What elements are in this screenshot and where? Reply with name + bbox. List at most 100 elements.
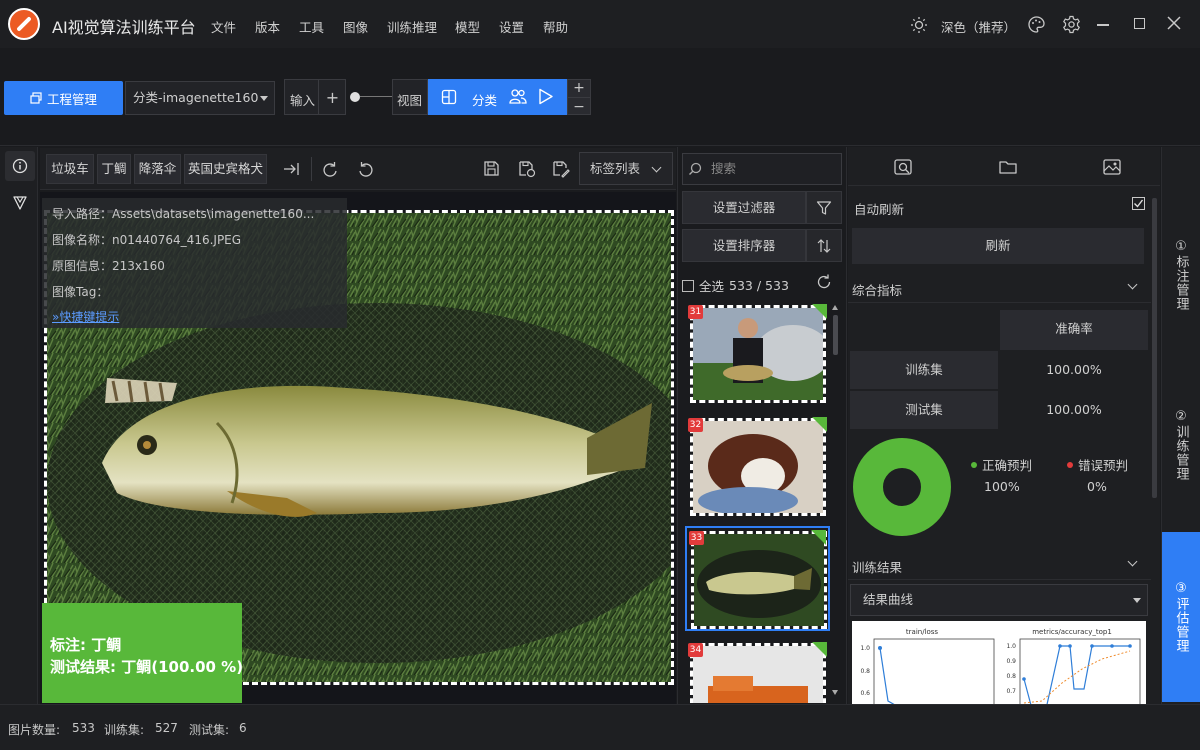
thumbnail-item[interactable]: 32 bbox=[685, 414, 830, 519]
legend-correct: 正确预判 bbox=[971, 455, 1032, 474]
set-sorter-button[interactable]: 设置排序器 bbox=[682, 229, 806, 262]
svg-text:0.6: 0.6 bbox=[860, 690, 870, 697]
legend-dot-red bbox=[1067, 461, 1073, 468]
refresh-icon[interactable] bbox=[815, 273, 833, 291]
tag-button-tench[interactable]: 丁鲷 bbox=[97, 154, 131, 184]
test-accuracy-value: 100.00% bbox=[1000, 391, 1148, 429]
thumbnail-scrollbar[interactable] bbox=[832, 305, 839, 695]
sun-icon[interactable] bbox=[910, 16, 928, 34]
menu-help[interactable]: 帮助 bbox=[543, 17, 568, 36]
scroll-up-icon[interactable] bbox=[832, 305, 838, 310]
save-icon[interactable] bbox=[483, 160, 500, 177]
image-name-text: 图像名称：n01440764_416.JPEG bbox=[52, 233, 242, 247]
select-all-checkbox[interactable]: 全选 533 / 533 bbox=[682, 276, 789, 295]
menu-settings[interactable]: 设置 bbox=[499, 17, 524, 36]
tag-button-parachute[interactable]: 降落伞 bbox=[134, 154, 181, 184]
tag-button-garbage-truck[interactable]: 垃圾车 bbox=[46, 154, 94, 184]
save-as-icon[interactable] bbox=[518, 160, 536, 178]
tag-list-dropdown[interactable]: 标签列表 bbox=[579, 152, 673, 185]
auto-refresh-checkbox[interactable] bbox=[1132, 197, 1145, 210]
shortcut-hint-link[interactable]: »快捷键提示 bbox=[52, 308, 119, 325]
scroll-thumb[interactable] bbox=[833, 315, 838, 355]
menu-file[interactable]: 文件 bbox=[211, 17, 236, 36]
thumbnail-item-selected[interactable]: 33 bbox=[685, 526, 830, 631]
menu-version[interactable]: 版本 bbox=[255, 17, 280, 36]
thumbnail-item[interactable]: 34 bbox=[685, 639, 830, 704]
chevron-down-icon bbox=[1127, 556, 1138, 567]
menu-model[interactable]: 模型 bbox=[455, 17, 480, 36]
team-icon[interactable] bbox=[509, 88, 527, 105]
palette-icon[interactable] bbox=[1027, 15, 1046, 34]
add-input-button[interactable]: + bbox=[318, 80, 346, 114]
folder-icon[interactable] bbox=[998, 157, 1018, 177]
svg-text:1.0: 1.0 bbox=[1006, 643, 1016, 650]
result-curves-plot: train/loss 1.0 0.8 0.6 metrics/accuracy_… bbox=[852, 621, 1146, 704]
set-filter-button[interactable]: 设置过滤器 bbox=[682, 191, 806, 224]
gear-icon[interactable] bbox=[1062, 15, 1081, 34]
svg-text:0.8: 0.8 bbox=[860, 668, 870, 675]
thumbnail-item[interactable]: 31 bbox=[685, 301, 830, 406]
tab-label-manage[interactable]: ①标注管理 bbox=[1162, 230, 1200, 320]
sort-icon[interactable] bbox=[806, 229, 842, 262]
test-count-label: 测试集: bbox=[189, 723, 230, 737]
tag-tool-icon bbox=[13, 196, 27, 210]
results-select-value: 结果曲线 bbox=[863, 592, 914, 607]
undo-icon[interactable] bbox=[357, 160, 375, 178]
project-select[interactable]: 分类-imagenette160 bbox=[125, 81, 275, 115]
search-input[interactable]: 搜索 bbox=[682, 153, 842, 185]
scroll-down-icon[interactable] bbox=[832, 690, 838, 695]
maximize-icon[interactable] bbox=[1134, 18, 1145, 29]
redo-icon[interactable] bbox=[321, 160, 339, 178]
dropdown-arrow-icon bbox=[1133, 598, 1141, 603]
prediction-donut-chart bbox=[853, 438, 951, 536]
plot-title-loss: train/loss bbox=[906, 628, 939, 636]
thumbnail-image bbox=[690, 418, 826, 516]
label-tool-button[interactable] bbox=[5, 188, 35, 218]
tab-evaluation-manage[interactable]: ③评估管理 bbox=[1162, 532, 1200, 702]
zoom-out-button[interactable]: − bbox=[567, 97, 591, 115]
chevron-down-icon bbox=[260, 96, 268, 101]
play-icon[interactable] bbox=[538, 88, 554, 105]
thumbnail-index-badge: 32 bbox=[688, 418, 703, 432]
theme-label[interactable]: 深色（推荐） bbox=[941, 17, 1016, 36]
filter-icon[interactable] bbox=[806, 191, 842, 224]
save-settings-icon[interactable] bbox=[552, 160, 570, 178]
refresh-button[interactable]: 刷新 bbox=[852, 228, 1144, 264]
info-icon bbox=[12, 158, 28, 174]
image-eval-icon[interactable] bbox=[893, 157, 913, 177]
selection-count: 533 / 533 bbox=[729, 278, 789, 293]
minimize-icon[interactable] bbox=[1097, 24, 1109, 26]
layout-icon[interactable] bbox=[441, 89, 457, 105]
jump-end-icon[interactable] bbox=[282, 160, 300, 178]
image-settings-icon[interactable] bbox=[1102, 157, 1122, 177]
metrics-section-title: 综合指标 bbox=[852, 283, 903, 298]
close-icon[interactable] bbox=[1167, 16, 1181, 30]
chevron-down-icon bbox=[1127, 279, 1138, 290]
menu-train-infer[interactable]: 训练推理 bbox=[387, 17, 437, 36]
test-count-value: 6 bbox=[239, 721, 247, 735]
connector-line bbox=[360, 96, 392, 97]
right-panel-scroll-thumb[interactable] bbox=[1152, 198, 1157, 498]
image-count-label: 图片数量: bbox=[8, 723, 61, 737]
menu-image[interactable]: 图像 bbox=[343, 17, 368, 36]
menu-tools[interactable]: 工具 bbox=[299, 17, 324, 36]
correct-marker bbox=[811, 530, 826, 545]
info-button[interactable] bbox=[5, 151, 35, 181]
tag-button-springer[interactable]: 英国史宾格犬 bbox=[184, 154, 267, 184]
thumbnail-index-badge: 33 bbox=[689, 531, 704, 545]
correct-slice bbox=[853, 438, 951, 536]
correct-marker bbox=[812, 642, 827, 657]
results-curve-select[interactable]: 结果曲线 bbox=[850, 584, 1148, 616]
chevron-down-icon bbox=[651, 162, 662, 173]
image-tag-text: 图像Tag： bbox=[52, 285, 109, 299]
tab-training-manage[interactable]: ②训练管理 bbox=[1162, 400, 1200, 490]
correct-marker bbox=[812, 304, 827, 319]
plot-title-acc: metrics/accuracy_top1 bbox=[1032, 628, 1112, 636]
legend-correct-label: 正确预判 bbox=[982, 458, 1033, 473]
project-manage-button[interactable]: 工程管理 bbox=[4, 81, 123, 115]
thumbnail-image bbox=[691, 531, 827, 629]
search-placeholder: 搜索 bbox=[711, 161, 737, 176]
test-row-label: 测试集 bbox=[850, 391, 998, 429]
zoom-in-button[interactable]: + bbox=[567, 79, 591, 97]
project-manage-label: 工程管理 bbox=[46, 91, 97, 107]
